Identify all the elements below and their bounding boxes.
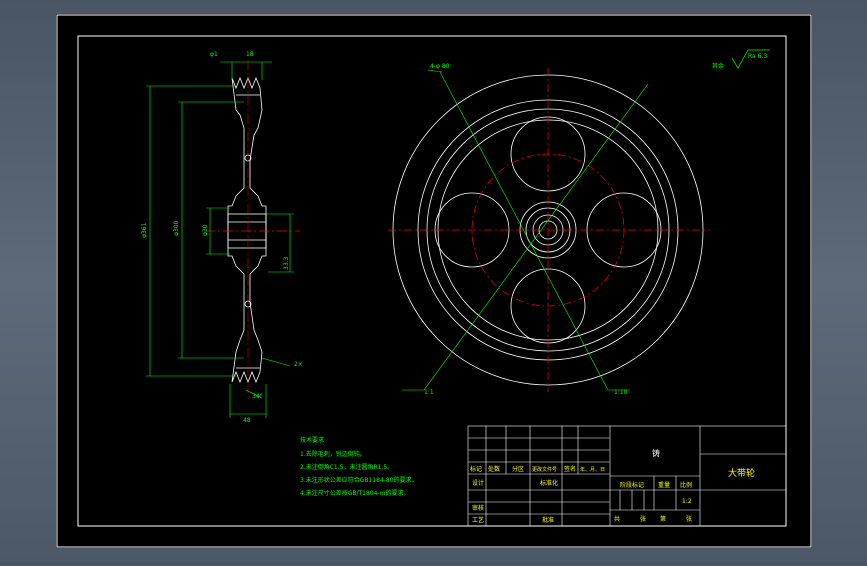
drawing-canvas: φ1 18 φ361 φ300 φ30 33.3 2× 34° 48 4-φ 8… — [56, 14, 812, 548]
tb-design: 设计 — [472, 479, 484, 487]
tb-weight: 重量 — [658, 481, 670, 489]
tb-standardization: 标准化 — [540, 479, 558, 487]
dim-top-left: φ1 — [210, 51, 218, 58]
dim-outer-diameter: φ361 — [141, 222, 148, 238]
svg-text:Ra 6.3: Ra 6.3 — [748, 53, 767, 60]
tb-sheet-no: 第 — [660, 515, 666, 523]
tb-row-mark: 标记 — [470, 465, 482, 473]
tb-row-zone: 分区 — [512, 465, 524, 473]
dim-inner-diameter: φ300 — [173, 220, 180, 236]
front-label-right: 1:10 — [614, 389, 628, 396]
dim-bore-diameter: φ30 — [202, 224, 209, 236]
tb-row-date: 年、月、日 — [580, 466, 605, 473]
svg-text:其余: 其余 — [712, 62, 724, 70]
dim-hub: 33.3 — [283, 256, 290, 270]
tech-item-1: 1.去除毛刺，锐边倒钝。 — [300, 450, 366, 458]
tb-row-sign: 签名 — [564, 465, 576, 473]
tech-title: 技术要求 — [300, 436, 324, 444]
drawing-sheet — [56, 14, 812, 548]
dim-groove: 2× — [294, 361, 303, 368]
front-label-left: 1:1 — [424, 389, 434, 396]
dim-angle: 34° — [252, 393, 263, 400]
tb-sheet-total: 共 — [614, 515, 620, 523]
tech-item-2: 2.未注倒角C1.5，未注圆角R1.5。 — [300, 463, 393, 471]
tb-process: 工艺 — [472, 516, 484, 524]
dim-width: 48 — [243, 417, 251, 424]
tb-sheet-word2: 张 — [686, 515, 692, 523]
tb-stage: 阶段标记 — [620, 481, 644, 489]
title-part-name: 大带轮 — [728, 467, 755, 479]
dim-top-right: 18 — [246, 51, 254, 58]
front-label-holes: 4-φ 80 — [430, 63, 450, 70]
cad-viewport: φ1 18 φ361 φ300 φ30 33.3 2× 34° 48 4-φ 8… — [0, 0, 867, 562]
tech-item-4: 4.未注尺寸公差按GB/T1804-m的要求。 — [300, 489, 409, 497]
tb-row-docno: 更改文件号 — [532, 466, 557, 473]
tb-scale: 1:2 — [682, 498, 692, 505]
tb-approve: 批准 — [542, 516, 554, 524]
tb-review: 审核 — [472, 504, 484, 512]
tb-sheet-word: 张 — [640, 515, 646, 523]
tb-row-count: 处数 — [488, 465, 500, 473]
title-material: 铸 — [652, 448, 660, 458]
tech-item-3: 3.未注形状公差应符合GB1184-80的要求。 — [300, 476, 418, 484]
tb-scale-label: 比例 — [680, 481, 692, 489]
